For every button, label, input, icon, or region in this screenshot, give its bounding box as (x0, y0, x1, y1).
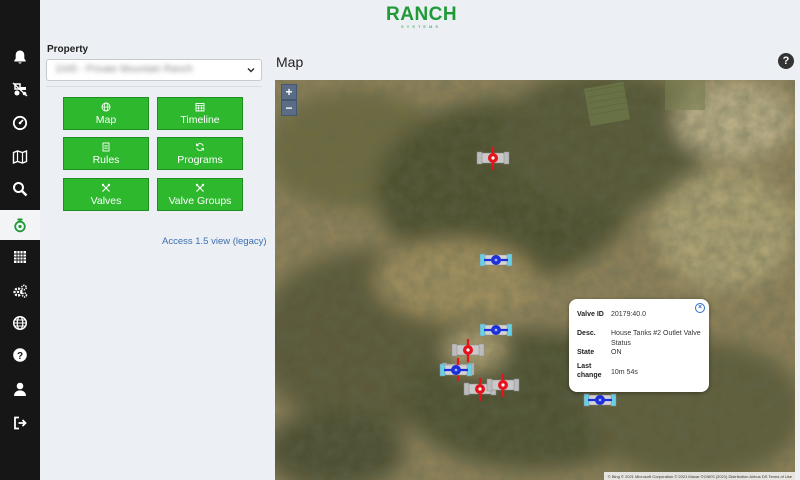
valves-button-label: Valves (90, 194, 122, 207)
divider (46, 86, 262, 87)
popup-key: Desc. (577, 330, 596, 337)
timeline-button-label: Timeline (180, 113, 220, 126)
help-icon[interactable]: ? (778, 53, 794, 69)
property-selected-value: 1045 - Private Mountain Ranch (55, 64, 193, 75)
zoom-out-button[interactable]: − (281, 100, 297, 116)
popup-key: State (577, 349, 595, 356)
tools-icon (101, 183, 111, 192)
calendar-icon (195, 102, 205, 111)
valve-icon (479, 253, 513, 267)
legacy-view-link[interactable]: Access 1.5 view (legacy) (162, 236, 267, 247)
header: RANCH SYSTEMS (40, 0, 800, 40)
ranch-systems-logo[interactable]: RANCH SYSTEMS (386, 4, 458, 34)
logo-text: RANCH (386, 4, 458, 25)
valve-info-popup: × Valve ID 20179:40.0 Desc. House Tanks … (569, 299, 709, 392)
sidebar-item-globe[interactable] (0, 308, 40, 338)
satellite-imagery (275, 80, 795, 480)
sidebar-item-equipment[interactable] (0, 74, 40, 104)
user-icon (14, 382, 26, 396)
popup-key: Last change (577, 363, 602, 379)
popup-value: 10m 54s (611, 369, 638, 376)
zoom-in-button[interactable]: + (281, 84, 297, 100)
programs-button-label: Programs (177, 153, 223, 166)
sidebar-item-settings[interactable] (0, 276, 40, 306)
sidebar-item-profile[interactable] (0, 374, 40, 404)
tools-icon (195, 183, 205, 192)
valve-icon (486, 374, 520, 397)
tractor-icon (12, 82, 28, 97)
property-select[interactable]: 1045 - Private Mountain Ranch (46, 59, 262, 81)
sidebar-item-help[interactable]: ? (0, 340, 40, 370)
map-button-label: Map (95, 113, 117, 126)
popup-key: Valve ID (577, 311, 604, 318)
map-title: Map (276, 54, 304, 70)
valve-groups-button[interactable]: Valve Groups (157, 178, 243, 211)
map-icon (12, 149, 28, 165)
sidebar-item-map[interactable] (0, 142, 40, 172)
sign-out-icon (14, 416, 27, 430)
svg-text:?: ? (17, 351, 23, 362)
sidebar-item-logout[interactable] (0, 408, 40, 438)
popup-value: House Tanks #2 Outlet Valve Status (611, 330, 701, 347)
valve-icon (476, 147, 510, 170)
valves-button[interactable]: Valves (63, 178, 149, 211)
search-icon (13, 182, 28, 197)
valve-marker[interactable] (475, 144, 511, 172)
valve-marker[interactable] (485, 371, 521, 399)
sidebar: ? (0, 0, 40, 480)
map-button[interactable]: Map (63, 97, 149, 130)
grid-icon (14, 251, 26, 263)
timeline-button[interactable]: Timeline (157, 97, 243, 130)
gears-icon (13, 284, 28, 298)
rules-button-label: Rules (92, 153, 120, 166)
satellite-map[interactable]: + − × Valve ID 20179:40.0 Desc. House Ta… (275, 80, 795, 480)
popup-value: ON (611, 349, 622, 356)
question-icon: ? (13, 348, 27, 362)
globe-icon (12, 315, 28, 331)
valve-groups-button-label: Valve Groups (168, 194, 232, 207)
map-attribution: © Bing © 2021 Microsoft Corporation © 20… (603, 472, 795, 480)
list-icon (102, 142, 110, 151)
gauge-icon (12, 115, 28, 131)
bell-icon (14, 50, 26, 64)
globe-icon (101, 102, 111, 111)
sidebar-item-alerts[interactable] (0, 42, 40, 72)
popup-value: 20179:40.0 (611, 311, 647, 318)
sidebar-item-search[interactable] (0, 174, 40, 204)
chevron-down-icon (247, 67, 255, 73)
sidebar-item-grid[interactable] (0, 242, 40, 272)
sidebar-item-dashboard[interactable] (0, 108, 40, 138)
refresh-icon (196, 142, 204, 151)
programs-button[interactable]: Programs (157, 137, 243, 170)
sidebar-item-valves[interactable] (0, 210, 40, 240)
valve-icon (14, 218, 26, 233)
property-label: Property (47, 44, 89, 55)
valve-marker[interactable] (478, 246, 514, 274)
rules-button[interactable]: Rules (63, 137, 149, 170)
